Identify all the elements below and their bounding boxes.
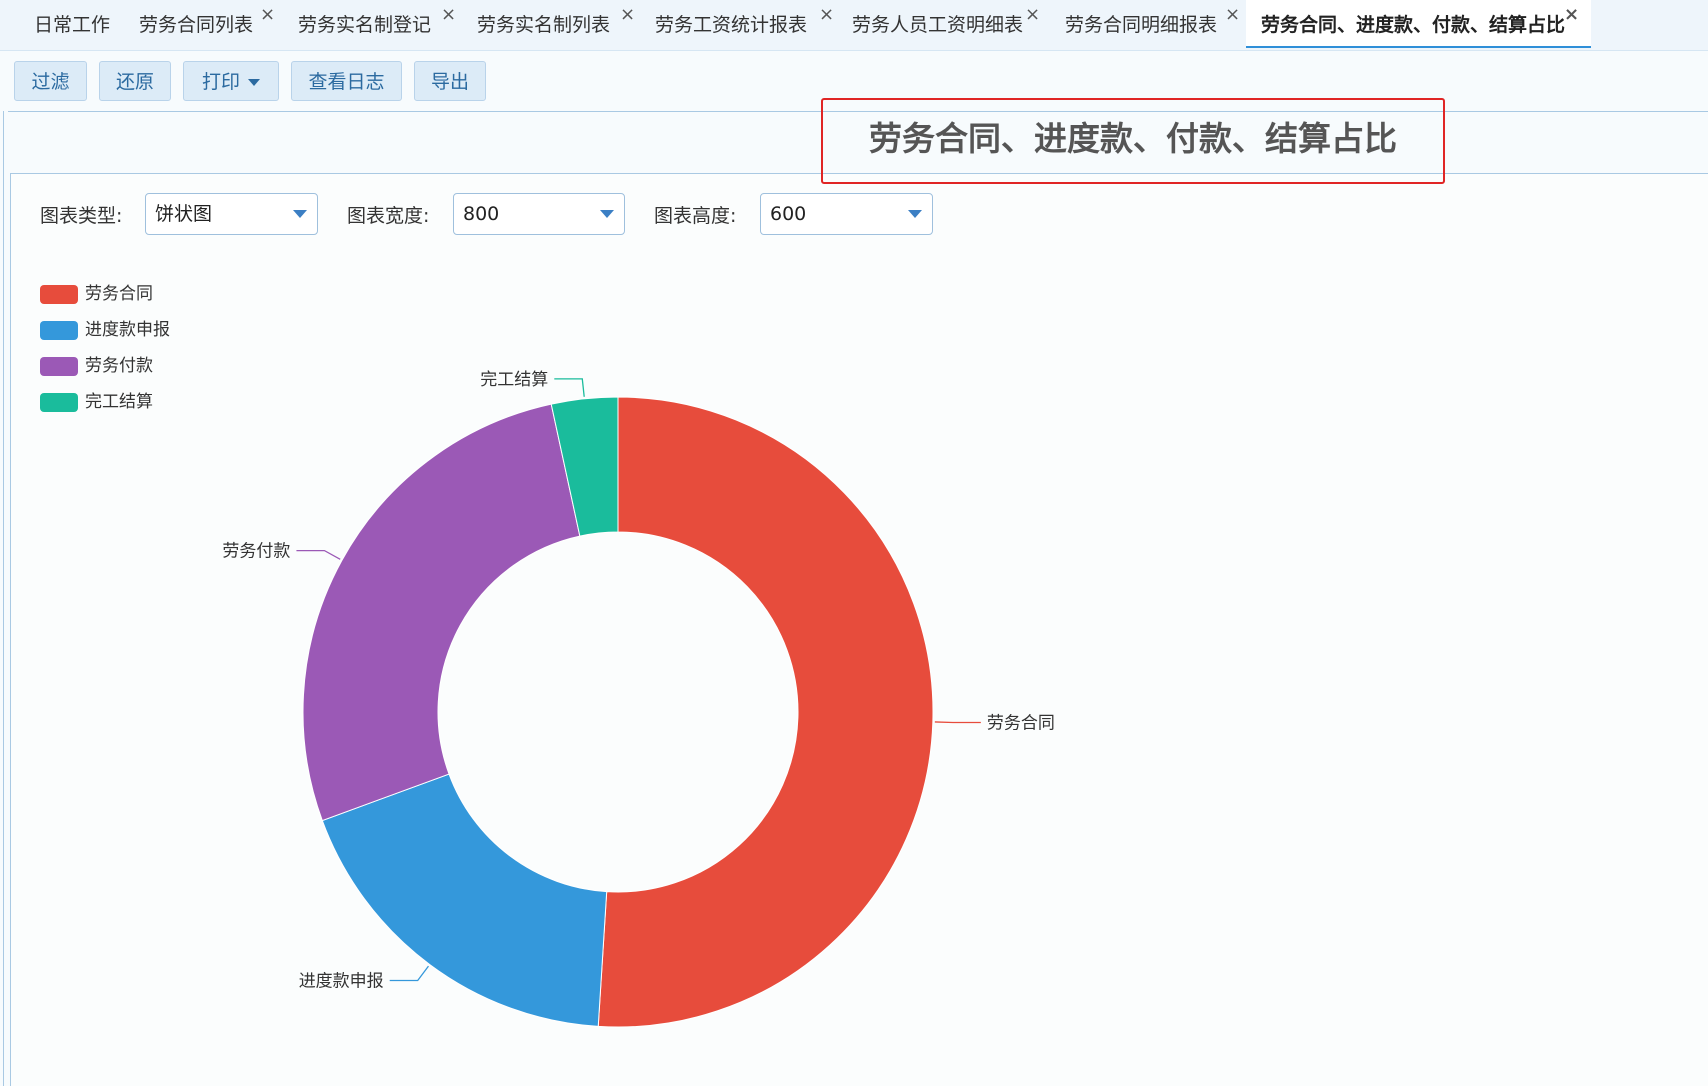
leader-line [554, 378, 585, 397]
donut-chart: 劳务合同进度款申报 劳务付款 完工结算 [222, 370, 1055, 1028]
slice-labor-payment[interactable] [302, 403, 581, 822]
leader-line [296, 549, 341, 560]
slice-label: 劳务合同 [987, 714, 1055, 734]
slice-label: 劳务付款 [222, 542, 290, 562]
slice-labor-contract[interactable] [597, 396, 934, 1028]
leader-line [934, 721, 981, 724]
slice-label: 完工结算 [480, 370, 548, 390]
slice-label: 进度款申报 [299, 972, 384, 992]
leader-line [389, 965, 429, 982]
